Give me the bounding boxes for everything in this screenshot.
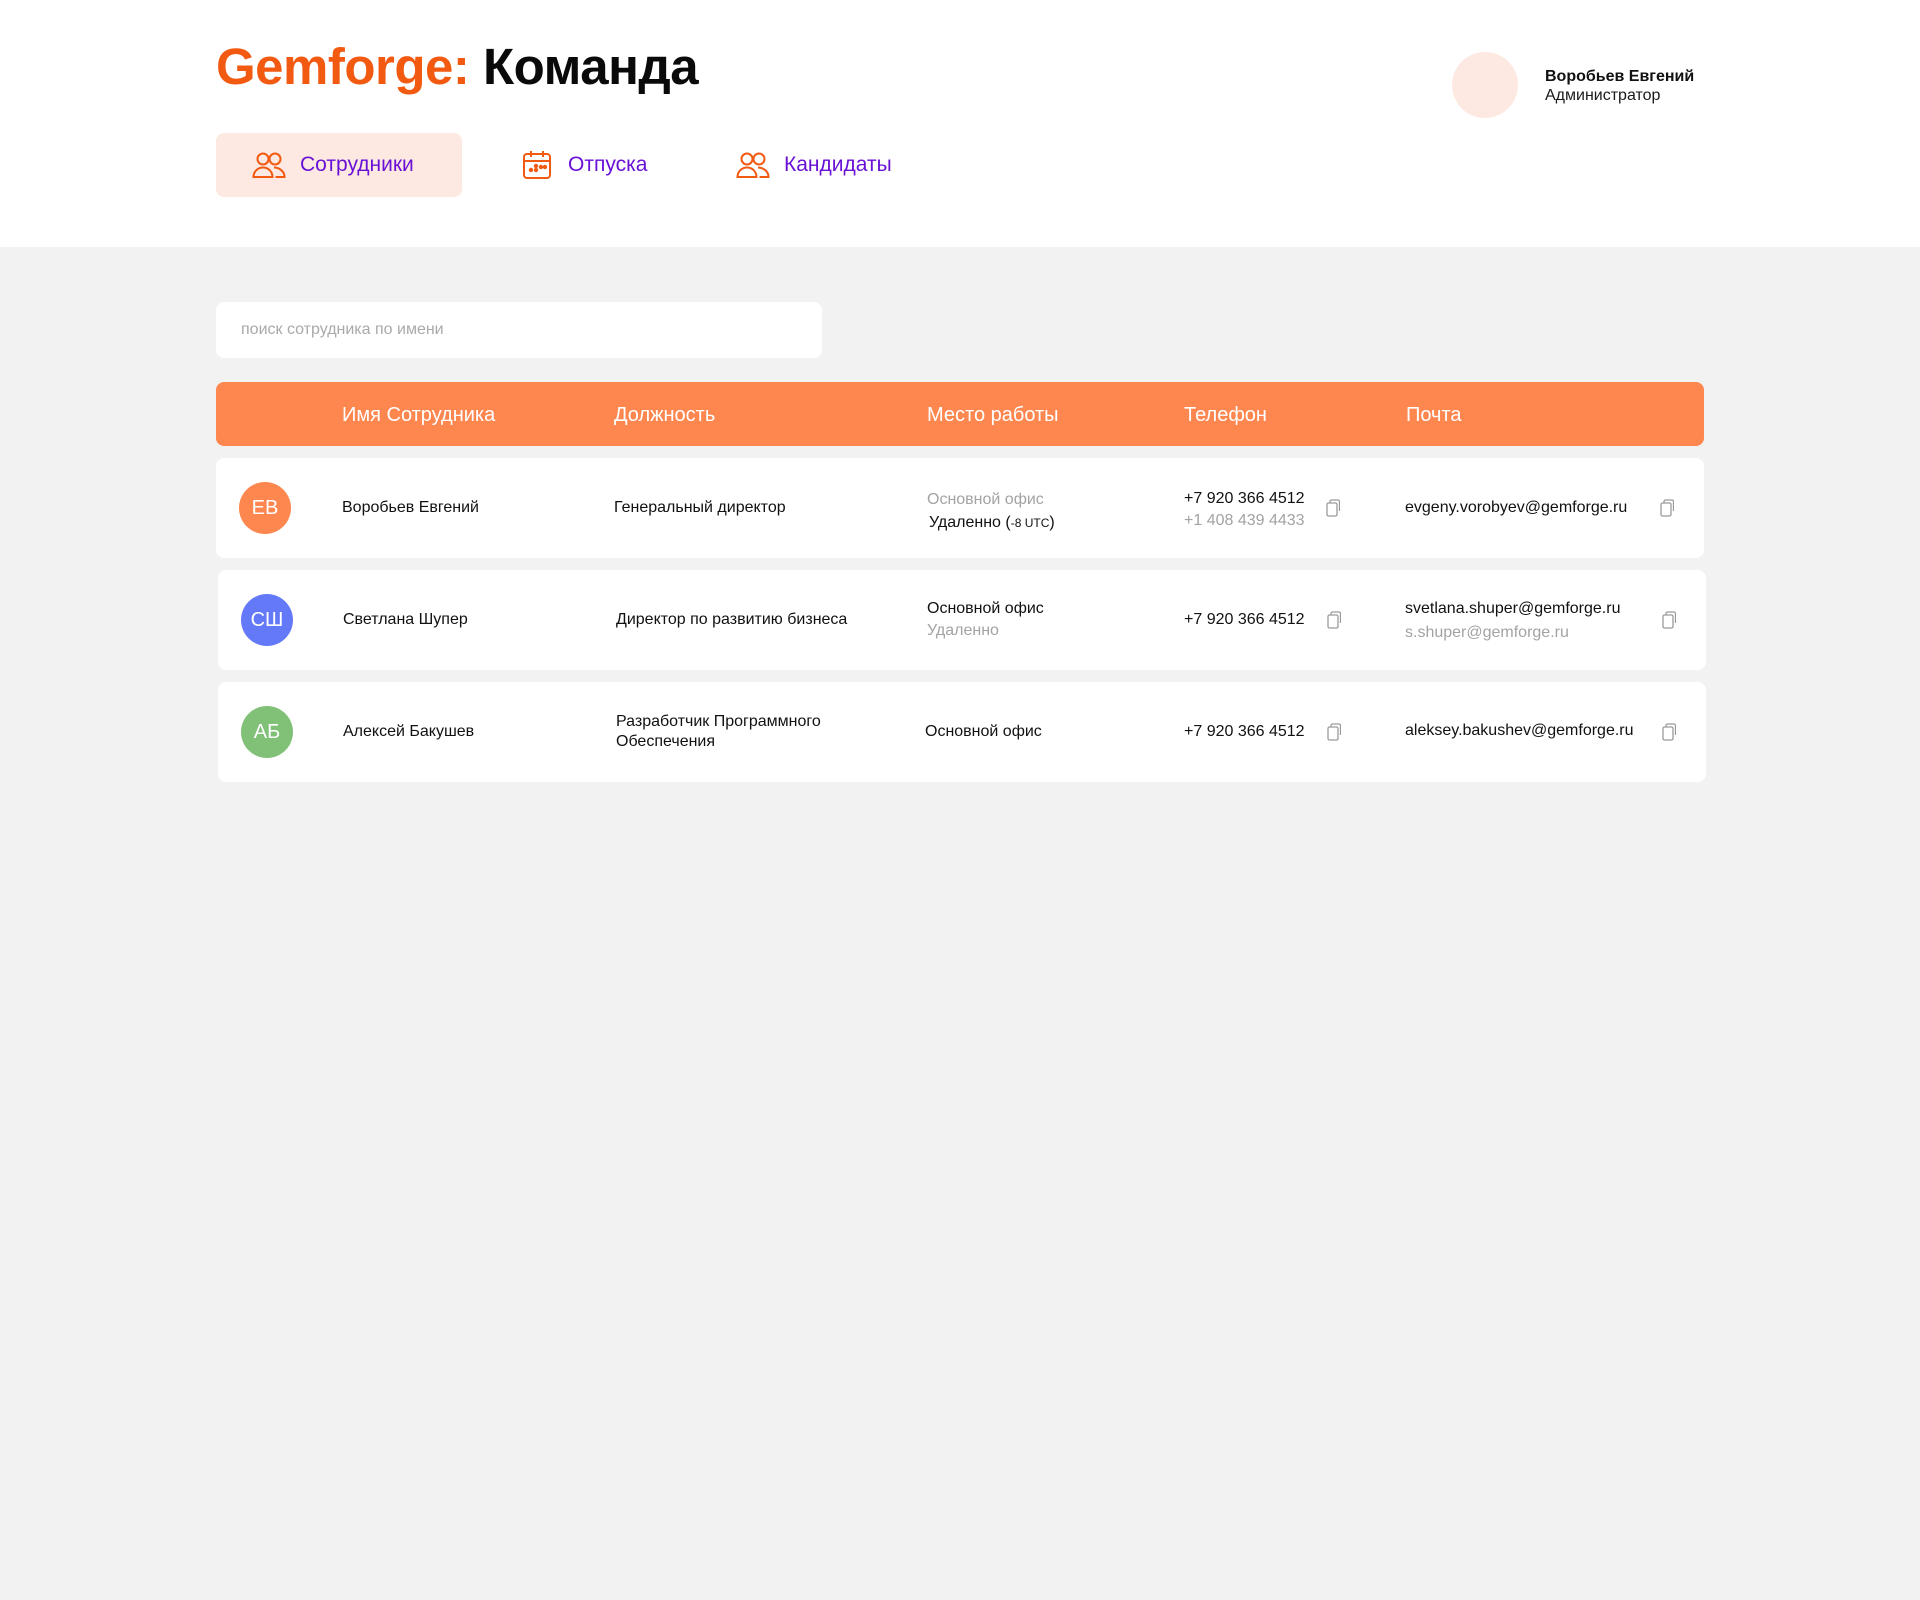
phone-primary: +7 920 366 4512 (1184, 490, 1305, 507)
employee-avatar: СШ (241, 594, 293, 646)
column-header-phone[interactable]: Телефон (1184, 382, 1267, 446)
table-row[interactable]: СШ Светлана Шупер Директор по развитию б… (218, 570, 1706, 670)
workplace-timezone: -8 UTC (1010, 516, 1050, 530)
workplace-primary: Основной офис (927, 491, 1044, 508)
workplace-paren: ) (1049, 514, 1055, 531)
workplace-secondary: Удаленно (927, 622, 999, 639)
user-role: Администратор (1545, 87, 1661, 104)
workplace-primary: Основной офис (927, 600, 1044, 617)
copy-email-icon[interactable] (1658, 498, 1676, 518)
users-icon (252, 148, 286, 182)
tab-vacations-label: Отпуска (568, 153, 648, 176)
copy-email-icon[interactable] (1660, 722, 1678, 742)
table-header: Имя Сотрудника Должность Место работы Те… (216, 382, 1704, 446)
employee-position-line1: Разработчик Программного (616, 713, 821, 730)
employee-name: Воробьев Евгений (342, 499, 479, 516)
copy-phone-icon[interactable] (1324, 498, 1342, 518)
employee-position: Директор по развитию бизнеса (616, 611, 848, 628)
copy-phone-icon[interactable] (1325, 722, 1343, 742)
header: Gemforge: Команда Воробьев Евгений Админ… (0, 0, 1920, 247)
phone-primary: +7 920 366 4512 (1184, 723, 1305, 740)
page-title: Gemforge: Команда (216, 36, 699, 98)
phone-secondary: +1 408 439 4433 (1184, 512, 1305, 529)
calendar-icon (520, 148, 554, 182)
tab-candidates-label: Кандидаты (784, 153, 892, 176)
employee-name: Алексей Бакушев (343, 723, 475, 740)
employee-avatar: АБ (241, 706, 293, 758)
brand-name: Gemforge: (216, 38, 470, 95)
copy-phone-icon[interactable] (1325, 610, 1343, 630)
tab-vacations[interactable]: Отпуска (520, 133, 680, 197)
column-header-name[interactable]: Имя Сотрудника (342, 382, 495, 446)
employee-position-line2: Обеспечения (616, 733, 716, 750)
email-primary: evgeny.vorobyev@gemforge.ru (1405, 499, 1628, 516)
user-name: Воробьев Евгений (1545, 68, 1695, 85)
avatar[interactable] (1452, 52, 1518, 118)
email-primary: svetlana.shuper@gemforge.ru (1405, 600, 1621, 617)
workplace-remote-label: Удаленно ( (929, 514, 1011, 531)
copy-email-icon[interactable] (1660, 610, 1678, 630)
employee-name: Светлана Шупер (343, 611, 468, 628)
tab-candidates[interactable]: Кандидаты (736, 133, 936, 197)
phone-primary: +7 920 366 4512 (1184, 611, 1305, 628)
column-header-position[interactable]: Должность (614, 382, 715, 446)
employee-position: Генеральный директор (614, 499, 786, 516)
users-icon (736, 148, 770, 182)
column-header-workplace[interactable]: Место работы (927, 382, 1059, 446)
search-input[interactable] (216, 302, 822, 358)
workplace-secondary: Удаленно (-8 UTC) (929, 513, 1055, 533)
table-row[interactable]: ЕВ Воробьев Евгений Генеральный директор… (216, 458, 1704, 558)
employee-avatar: ЕВ (239, 482, 291, 534)
table-row[interactable]: АБ Алексей Бакушев Разработчик Программн… (218, 682, 1706, 782)
email-primary: aleksey.bakushev@gemforge.ru (1405, 722, 1634, 739)
column-header-email[interactable]: Почта (1406, 382, 1462, 446)
tab-employees-label: Сотрудники (300, 153, 414, 176)
user-profile[interactable]: Воробьев Евгений Администратор (1452, 52, 1712, 118)
section-name: Команда (483, 38, 699, 95)
tab-employees[interactable]: Сотрудники (216, 133, 462, 197)
email-secondary: s.shuper@gemforge.ru (1405, 624, 1569, 641)
workplace-primary: Основной офис (925, 723, 1042, 740)
